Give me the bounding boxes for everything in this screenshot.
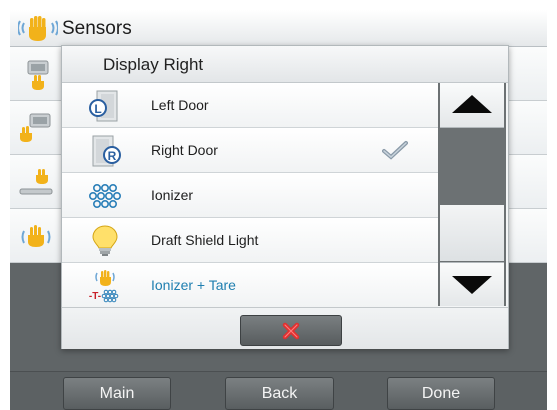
svg-text:L: L [94,102,101,116]
back-button[interactable]: Back [225,377,334,410]
right-door-icon: R [92,135,121,167]
list-item-ionizer[interactable]: Ionizer [62,173,438,218]
dialog-header: Display Right [62,46,508,83]
cancel-button[interactable] [240,315,342,346]
main-button[interactable]: Main [63,377,171,410]
option-list: L Left Door R Right Door Ionizer Draft S… [62,83,438,308]
dialog-footer [62,307,508,349]
display-hand-icon [27,60,49,90]
light-bulb-icon [92,225,118,256]
left-door-icon: L [89,90,118,122]
checkmark-icon [382,141,408,160]
display-hand-icon [20,113,51,142]
item-label: Ionizer + Tare [151,277,236,293]
top-header: Sensors [10,10,547,47]
item-label: Draft Shield Light [151,232,259,248]
svg-text:-T-: -T- [89,291,101,302]
list-item-ionizer-tare[interactable]: -T- Ionizer + Tare [62,263,438,308]
ionizer-tare-icon: -T- [89,270,119,303]
item-label: Ionizer [151,187,194,203]
scrollbar[interactable] [438,83,506,306]
list-item-right-door[interactable]: R Right Door [62,128,438,173]
scroll-thumb[interactable] [440,205,504,261]
platform-hand-icon [19,169,53,195]
done-button[interactable]: Done [387,377,495,410]
scroll-up-button[interactable] [440,83,504,128]
hand-sensor-icon [18,16,58,41]
page-title: Sensors [62,18,132,39]
ionizer-icon [88,184,121,208]
bottom-nav: Main Back Done [10,371,547,410]
arrow-up-icon [452,95,492,113]
item-label: Right Door [151,142,218,158]
close-icon [282,322,300,340]
list-item-draft-shield-light[interactable]: Draft Shield Light [62,218,438,263]
hand-sensor-icon [21,225,51,247]
scroll-down-button[interactable] [440,262,504,306]
svg-text:R: R [108,149,117,163]
arrow-down-icon [452,276,492,294]
list-item-left-door[interactable]: L Left Door [62,83,438,128]
dialog-title: Display Right [103,55,204,74]
display-right-dialog: Display Right L Left Door R Right Door I… [61,45,509,349]
item-label: Left Door [151,97,209,113]
balance-screen: Sensors Main Back Done Display Right L L… [10,10,547,410]
